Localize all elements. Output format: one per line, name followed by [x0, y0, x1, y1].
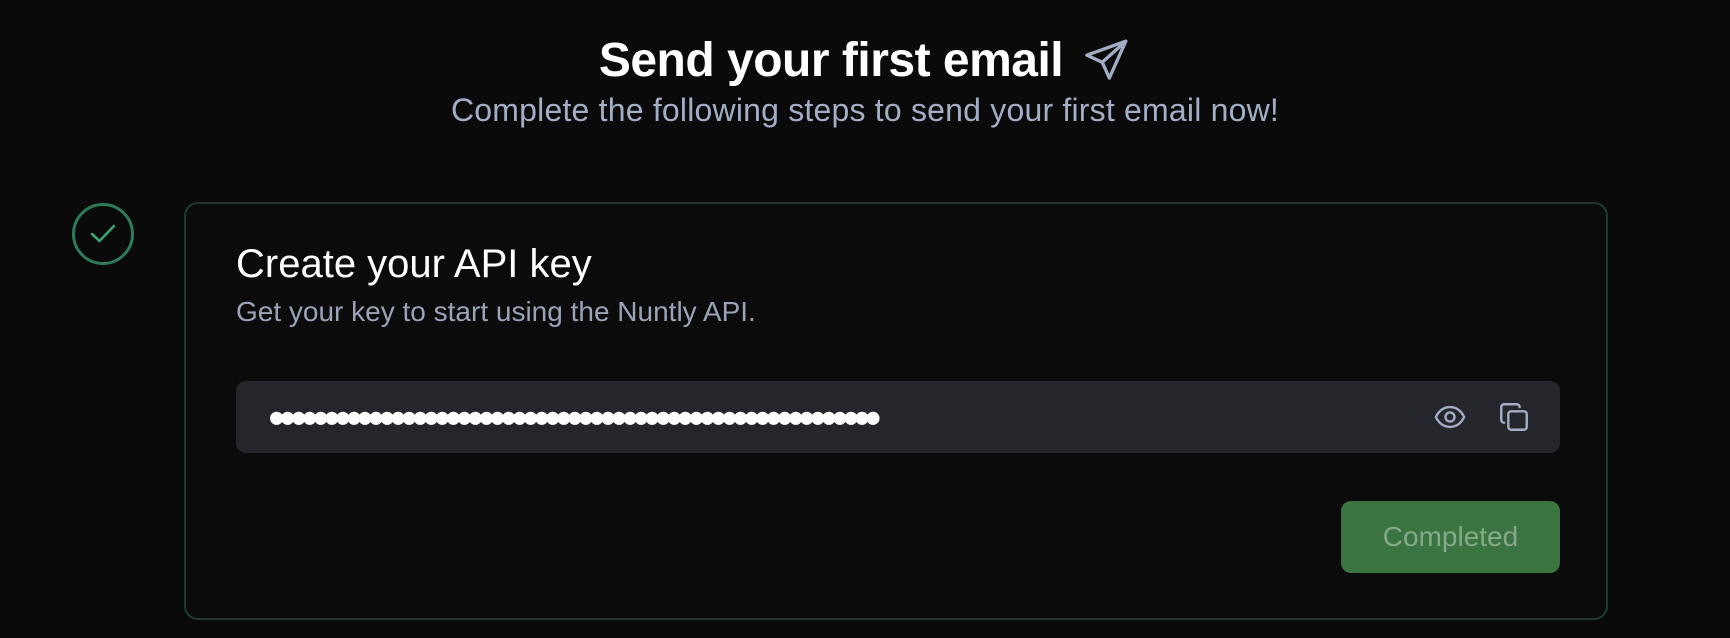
- copy-icon[interactable]: [1497, 400, 1531, 434]
- copy-key-button[interactable]: [1494, 397, 1534, 437]
- reveal-key-button[interactable]: [1430, 397, 1470, 437]
- step-title: Create your API key: [236, 242, 592, 286]
- paper-plane-icon: [1081, 36, 1131, 86]
- page-title: Send your first email: [598, 33, 1064, 87]
- onboarding-page: Send your first email Complete the follo…: [0, 0, 1730, 638]
- api-key-field[interactable]: ●●●●●●●●●●●●●●●●●●●●●●●●●●●●●●●●●●●●●●●●…: [236, 381, 1560, 453]
- step-card: Create your API key Get your key to star…: [184, 202, 1608, 620]
- page-subtitle: Complete the following steps to send you…: [451, 92, 1279, 128]
- page-header: Send your first email Complete the follo…: [0, 28, 1730, 129]
- api-key-value[interactable]: ●●●●●●●●●●●●●●●●●●●●●●●●●●●●●●●●●●●●●●●●…: [270, 405, 1406, 430]
- eye-icon[interactable]: [1433, 400, 1467, 434]
- step-description: Get your key to start using the Nuntly A…: [236, 296, 756, 327]
- title-row: Send your first email: [0, 28, 1730, 92]
- completed-button[interactable]: Completed: [1341, 501, 1560, 573]
- check-icon: [90, 224, 116, 243]
- step-status-indicator: [72, 203, 134, 265]
